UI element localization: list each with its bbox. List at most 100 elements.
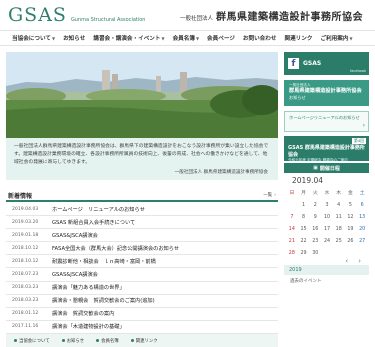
calendar-day[interactable]: 17: [321, 224, 333, 235]
calendar-day[interactable]: 13: [356, 212, 368, 223]
calendar-day[interactable]: 27: [356, 236, 368, 247]
logo-subtitle: Gunma Structural Association: [70, 17, 146, 23]
calendar-next-button[interactable]: ›: [358, 257, 361, 265]
facebook-banner[interactable]: f GSAS facebook: [284, 52, 369, 75]
main-nav: 当協会について ▼ お知らせ 講習会・講演会・イベント ▼ 会員名簿 ▼ 会員ページ お問い合わ…: [0, 30, 375, 46]
nav-item-label: ご利用案内: [320, 36, 349, 42]
nav-item-label: 当協会について: [12, 36, 51, 42]
intro-box: 一般社団法人群馬県建築構造設計事務所協会は、群馬県下の建築構造設計をおこなう設計…: [6, 138, 278, 180]
news-item[interactable]: 2019.04.03 ホームページ リニューアルのお知らせ: [6, 203, 278, 217]
news-date: 2018.03.23: [12, 285, 39, 291]
renewal-banner[interactable]: ホームページリニューアルのお知らせ ›: [284, 111, 369, 132]
nav-item-5[interactable]: お問い合わせ: [239, 34, 281, 42]
calendar-day[interactable]: 26: [345, 236, 357, 247]
org-prefix: 一般社団法人: [179, 16, 213, 22]
calendar-day[interactable]: 10: [321, 212, 333, 223]
calendar-day[interactable]: 14: [286, 224, 298, 235]
nav-item-1[interactable]: お知らせ: [59, 34, 89, 42]
association-banner[interactable]: 一般社団法人 群馬県建築構造設計事務所協会 お知らせ: [284, 80, 369, 106]
news-date: 2017.11.16: [12, 324, 39, 330]
nav-item-7[interactable]: ご利用案内 ▼: [316, 34, 356, 43]
calendar-day[interactable]: 23: [309, 236, 321, 247]
calendar-day[interactable]: 12: [345, 212, 357, 223]
news-item[interactable]: 2018.01.12 講演会 賀詞交歓会の案内: [6, 308, 278, 321]
nav-item-label: お問い合わせ: [242, 36, 277, 42]
nav-item-0[interactable]: 当協会について ▼: [8, 34, 59, 43]
footer-links: 当協会について お知らせ 会員名簿 関連リンク: [6, 334, 278, 347]
news-text: 講演会・懇親会 賀詞交歓会のご案内(追加): [52, 298, 155, 305]
calendar-day[interactable]: 20: [356, 224, 368, 235]
news-more-label: 一覧: [263, 193, 273, 198]
calendar-day[interactable]: 4: [333, 200, 345, 211]
chevron-down-icon: ▼: [195, 35, 200, 41]
calendar-day[interactable]: 15: [298, 224, 310, 235]
news-more-link[interactable]: 一覧 ›: [263, 192, 276, 199]
year-selector[interactable]: 2019: [284, 265, 369, 275]
news-item[interactable]: 2018.03.23 講演会・懇親会 賀詞交歓会のご案内(追加): [6, 295, 278, 308]
news-text: GSAS&JSCA講演会: [52, 272, 98, 279]
nav-item-label: お知らせ: [63, 36, 86, 42]
calendar-day[interactable]: 3: [321, 200, 333, 211]
footer-link[interactable]: 関連リンク: [130, 338, 158, 344]
news-date: 2018.10.12: [12, 258, 39, 264]
calendar-day[interactable]: 19: [345, 224, 357, 235]
banner2-text: ホームページリニューアルのお知らせ: [289, 115, 360, 120]
site-logo[interactable]: GSAS Gunma Structural Association: [8, 4, 145, 26]
nav-item-4[interactable]: 会員ページ: [203, 34, 239, 42]
footer-link[interactable]: 当協会について: [14, 338, 50, 344]
calendar-weekday: 水: [324, 191, 330, 196]
calendar-day[interactable]: 8: [298, 212, 310, 223]
calendar-day[interactable]: 11: [333, 212, 345, 223]
calendar-prev-button[interactable]: ‹: [345, 257, 348, 265]
footer-link[interactable]: 会員名簿: [96, 338, 119, 344]
bullet-icon: [96, 339, 100, 342]
footer-link-label: 当協会について: [19, 338, 50, 344]
news-item[interactable]: 2018.10.12 FASA全国大会（群馬大会）記念公開講演会のお知らせ: [6, 242, 278, 256]
calendar-day[interactable]: 9: [309, 212, 321, 223]
calendar-day[interactable]: 2: [309, 200, 321, 211]
news-item[interactable]: 2019.01.18 GSAS&JSCA講演会: [6, 229, 278, 243]
hero-landscape: [6, 52, 278, 138]
nav-item-6[interactable]: 関連リンク: [280, 34, 316, 42]
news-item[interactable]: 2019.03.20 GSAS 新組合員入会手続きについて: [6, 216, 278, 230]
intro-text: 一般社団法人群馬県建築構造設計事務所協会は、群馬県下の建築構造設計をおこなう設計…: [14, 144, 269, 165]
nav-item-2[interactable]: 講習会・講演会・イベント ▼: [89, 34, 168, 43]
news-title: 新着情報: [8, 193, 33, 200]
calendar-day[interactable]: 16: [309, 224, 321, 235]
organization-name: 一般社団法人 群馬県建築構造設計事務所協会: [180, 8, 363, 23]
calendar-day[interactable]: 22: [298, 236, 310, 247]
nav-item-label: 関連リンク: [284, 36, 313, 42]
calendar-day[interactable]: 1: [298, 200, 310, 211]
calendar-month: 2019.04: [292, 176, 324, 185]
calendar-day[interactable]: 5: [345, 200, 357, 211]
meeting-banner[interactable]: 第4回 GSAS 群馬県建築構造設計事務所協会 令和元年度 定期総会 懇親会のご…: [284, 136, 369, 162]
calendar-day[interactable]: 21: [286, 236, 298, 247]
news-item[interactable]: 2017.11.16 講演会「木造建物設計の基礎」: [6, 321, 278, 334]
nav-item-3[interactable]: 会員名簿 ▼: [169, 34, 203, 43]
bullet-icon: [14, 339, 17, 342]
past-events-link[interactable]: 過去のイベント: [290, 278, 322, 284]
calendar-day[interactable]: 25: [333, 236, 345, 247]
news-date: 2018.03.23: [12, 298, 39, 304]
intro-signature: 一般社団法人 群馬県建築構造設計事務所協会: [174, 170, 268, 175]
calendar-weekday: 日: [289, 191, 295, 196]
news-item[interactable]: 2018.10.12 耐震診断他・相談会 ｌｎ高崎・富岡・前橋: [6, 255, 278, 269]
hero-image: [6, 52, 278, 138]
news-item[interactable]: 2018.03.23 講演会「魅力ある構造の世界」: [6, 282, 278, 295]
news-item[interactable]: 2018.07.23 GSAS&JSCA講演会: [6, 268, 278, 282]
calendar-weekday: 木: [336, 191, 342, 196]
calendar-day: [286, 200, 298, 211]
calendar-day[interactable]: 6: [356, 200, 368, 211]
news-date: 2018.10.12: [12, 245, 39, 251]
nav-item-label: 講習会・講演会・イベント: [93, 36, 161, 42]
chevron-down-icon: ▼: [161, 35, 165, 41]
calendar-weekday: 月: [301, 191, 306, 196]
calendar-day[interactable]: 24: [321, 236, 333, 247]
banner1-title: 群馬県建築構造設計事務所協会: [289, 88, 362, 94]
footer-link-label: お知らせ: [66, 338, 85, 344]
logo-mark: GSAS: [8, 4, 67, 26]
calendar-day[interactable]: 18: [333, 224, 345, 235]
footer-link[interactable]: お知らせ: [61, 338, 85, 344]
footer-link-label: 会員名簿: [101, 338, 119, 344]
calendar-day[interactable]: 7: [286, 212, 298, 223]
